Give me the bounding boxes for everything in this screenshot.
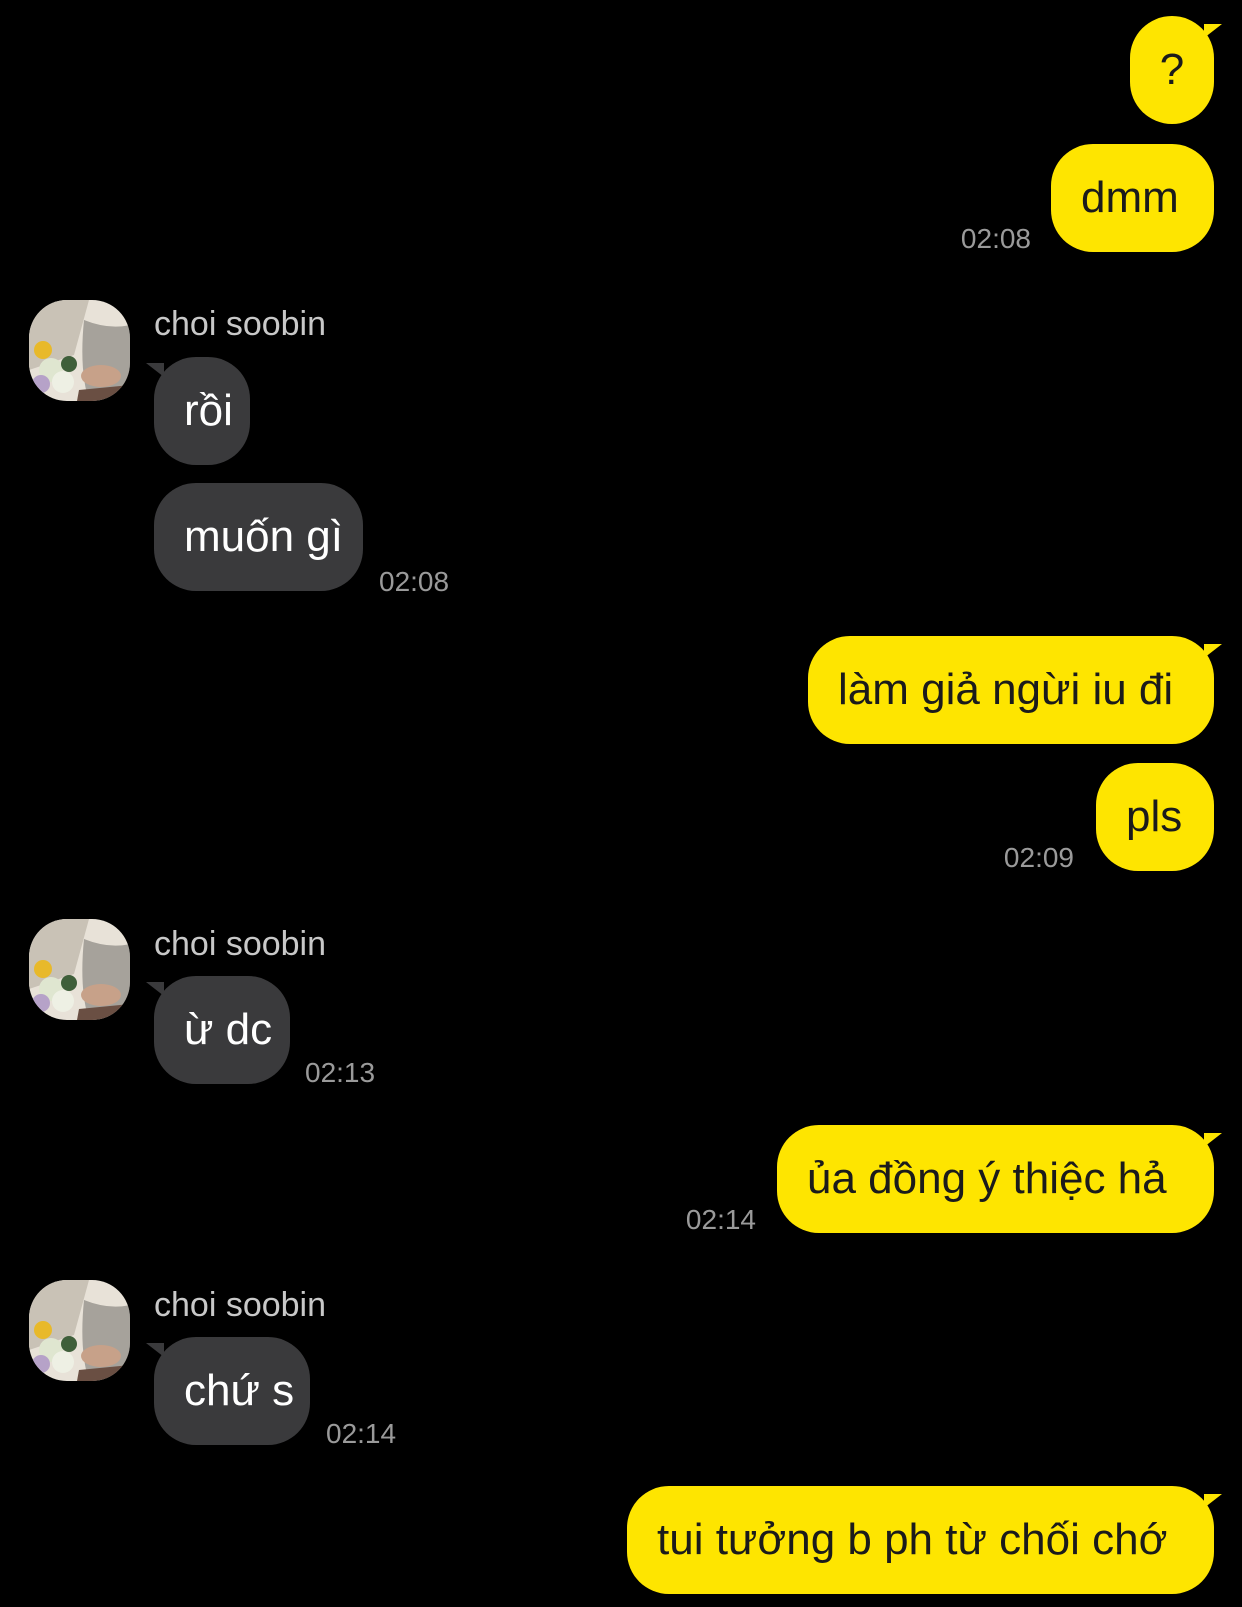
bubble-tail [1204,1494,1222,1508]
outgoing-message-bubble[interactable]: ? [1130,16,1222,124]
message-text: rồi [184,386,233,435]
outgoing-message-bubble[interactable]: ủa đồng ý thiệc hả [777,1125,1222,1233]
contact-avatar[interactable] [29,919,130,1020]
message-timestamp: 02:08 [379,566,450,597]
outgoing-message-bubble[interactable]: tui tưởng b ph từ chối chớ [627,1486,1222,1594]
outgoing-message-bubble[interactable]: dmm [1051,144,1214,252]
message-timestamp: 02:14 [326,1418,397,1449]
message-text: pls [1126,792,1183,841]
chat-thread: ? 02:08 dmm choi soobin rồi muốn gì 02:0… [0,0,1242,1607]
sender-name: choi soobin [154,1286,327,1324]
message-text: chứ s [184,1366,295,1415]
message-text: làm giả ngừi iu đi [838,665,1174,714]
message-text: tui tưởng b ph từ chối chớ [657,1515,1168,1564]
message-text: ủa đồng ý thiệc hả [807,1154,1167,1203]
bubble-tail [146,1343,164,1357]
incoming-message-bubble[interactable]: rồi [146,357,250,465]
message-text: dmm [1081,173,1179,222]
profile-photo-icon [29,300,130,401]
bubble-tail [1204,24,1222,38]
profile-photo-icon [29,919,130,1020]
profile-photo-icon [29,1280,130,1381]
bubble-tail [146,363,164,377]
incoming-message-bubble[interactable]: ừ dc [146,976,290,1084]
outgoing-message-bubble[interactable]: pls [1096,763,1214,871]
message-text: muốn gì [184,512,343,561]
message-timestamp: 02:13 [305,1057,376,1088]
message-timestamp: 02:14 [685,1204,756,1235]
message-timestamp: 02:08 [960,223,1031,254]
sender-name: choi soobin [154,305,327,343]
message-text: ? [1159,45,1185,94]
message-timestamp: 02:09 [1003,842,1074,873]
bubble-tail [1204,644,1222,658]
contact-avatar[interactable] [29,300,130,401]
sender-name: choi soobin [154,925,327,963]
message-text: ừ dc [184,1005,273,1054]
contact-avatar[interactable] [29,1280,130,1381]
bubble-tail [1204,1133,1222,1147]
incoming-message-bubble[interactable]: muốn gì [154,483,363,591]
bubble-tail [146,982,164,996]
incoming-message-bubble[interactable]: chứ s [146,1337,310,1445]
outgoing-message-bubble[interactable]: làm giả ngừi iu đi [808,636,1222,744]
